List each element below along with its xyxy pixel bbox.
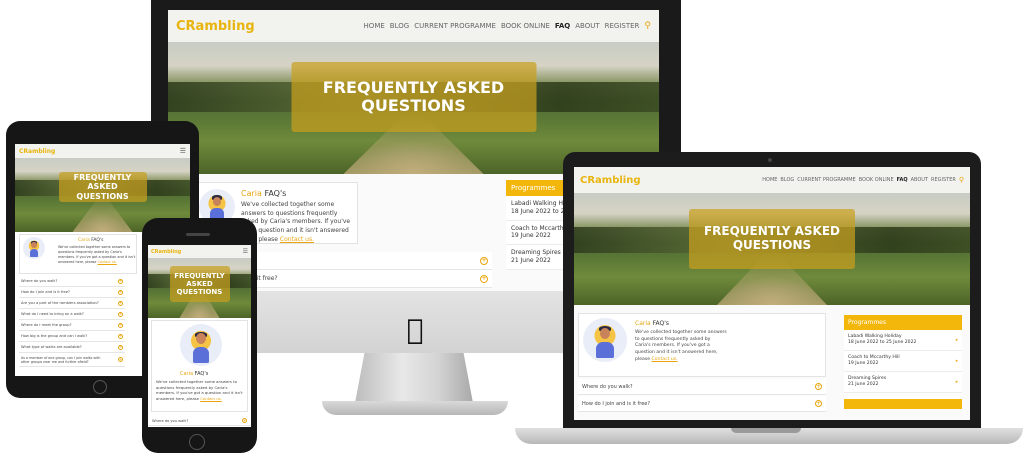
imac-stand-foot (322, 401, 508, 415)
contact-link[interactable]: Contact us. (652, 357, 678, 362)
faq-item[interactable]: Are you a part of the ramblers associati… (19, 298, 125, 309)
arrow-icon: ▸ (955, 337, 958, 343)
site-logo[interactable]: CRambling (580, 175, 641, 186)
faq-item[interactable]: What type of walks are available? + (19, 342, 125, 353)
intro-title: Caria FAQ's (180, 371, 209, 377)
hero-banner: FREQUENTLY ASKED QUESTIONS (574, 193, 970, 305)
arrow-icon: ▸ (955, 358, 958, 364)
imac-stand (355, 353, 473, 403)
navbar: CRambling HOME BLOG CURRENT PROGRAMME BO… (574, 167, 970, 193)
intro-title: Caria FAQ's (635, 320, 670, 327)
intro-card: Caria FAQ's We've collected together som… (19, 234, 137, 274)
intro-card: Caria FAQ's We've collected together som… (578, 313, 826, 377)
plus-icon: + (118, 333, 123, 339)
avatar (180, 324, 222, 366)
content-area: Caria FAQ's We've collected together som… (574, 305, 970, 420)
navbar: CRambling ☰ (15, 144, 190, 158)
site-logo[interactable]: CRambling (151, 249, 181, 255)
nav-menu: HOME BLOG CURRENT PROGRAMME BOOK ONLINE … (762, 176, 964, 184)
navbar: CRambling HOME BLOG CURRENT PROGRAMME BO… (168, 10, 659, 42)
tablet-home-button (93, 380, 107, 394)
contact-link[interactable]: Contact us. (97, 260, 116, 264)
nav-faq[interactable]: FAQ (555, 22, 570, 30)
nav-register[interactable]: REGISTER (931, 177, 956, 183)
faq-item[interactable]: How do I join and is it free?+ (578, 396, 826, 412)
page-title: FREQUENTLY ASKED QUESTIONS (291, 62, 536, 132)
site-logo[interactable]: CRambling (176, 19, 255, 34)
laptop-notch (731, 428, 801, 433)
programmes-panel: Programmes Labadi Walking Holiday 18 June… (844, 315, 962, 409)
search-icon[interactable]: ⚲ (959, 176, 964, 184)
page-title: FREQUENTLY ASKED QUESTIONS (169, 266, 230, 302)
device-mockup-stage: CRambling HOME BLOG CURRENT PROGRAMME BO… (0, 0, 1023, 459)
avatar (23, 237, 45, 259)
intro-text: We've collected together some answers to… (635, 330, 727, 362)
nav-blog[interactable]: BLOG (390, 22, 409, 30)
faq-item[interactable]: Where do I meet the group? + (19, 320, 125, 331)
apple-logo-icon:  (403, 316, 427, 344)
programmes-heading: Programmes (844, 315, 962, 330)
nav-blog[interactable]: BLOG (780, 177, 794, 183)
plus-icon: + (118, 311, 123, 317)
nav-about[interactable]: ABOUT (911, 177, 928, 183)
plus-icon: + (242, 417, 247, 423)
plus-icon: + (815, 382, 822, 390)
content-area: Caria FAQ's We've collected together som… (148, 318, 251, 427)
nav-menu: HOME BLOG CURRENT PROGRAMME BOOK ONLINE … (364, 21, 651, 31)
page-title: FREQUENTLY ASKED QUESTIONS (58, 172, 147, 202)
faq-item[interactable]: How big is the group and can I walk? + (19, 331, 125, 342)
plus-icon: + (118, 289, 123, 295)
nav-book-online[interactable]: BOOK ONLINE (859, 177, 894, 183)
nav-register[interactable]: REGISTER (605, 22, 640, 30)
nav-current-programme[interactable]: CURRENT PROGRAMME (797, 177, 855, 183)
plus-icon: + (118, 322, 123, 328)
phone-screen: CRambling ☰ FREQUENTLY ASKED QUESTIONS C… (148, 245, 251, 427)
nav-current-programme[interactable]: CURRENT PROGRAMME (414, 22, 496, 30)
faq-item[interactable]: How do I join and is it free?+ (19, 287, 125, 298)
faq-item[interactable]: Where do you walk?+ (578, 379, 826, 395)
intro-text: We've collected together some answers to… (156, 379, 243, 401)
plus-icon: + (480, 256, 488, 265)
arrow-icon: ▸ (955, 379, 958, 385)
plus-icon: + (480, 274, 488, 283)
search-icon[interactable]: ⚲ (644, 21, 651, 31)
avatar (583, 318, 627, 362)
navbar: CRambling ☰ (148, 245, 251, 258)
hamburger-icon[interactable]: ☰ (180, 147, 186, 155)
site-logo[interactable]: CRambling (19, 148, 55, 155)
contact-link[interactable]: Contact us. (280, 236, 314, 243)
intro-text: We've collected together some answers to… (58, 245, 136, 264)
contact-link[interactable]: Contact us. (200, 396, 222, 401)
plus-icon: + (118, 278, 123, 284)
programme-item[interactable]: Dreaming Spires 21 June 2022 ▸ (844, 372, 962, 393)
nav-about[interactable]: ABOUT (575, 22, 599, 30)
nav-faq[interactable]: FAQ (897, 177, 908, 183)
programmes-footer-bar (844, 398, 962, 409)
intro-title: Caria FAQ's (241, 189, 287, 198)
programme-item[interactable]: Coach to Mccarthy Hill 19 June 2022 ▸ (844, 351, 962, 372)
plus-icon: + (118, 356, 123, 362)
nav-home[interactable]: HOME (762, 177, 777, 183)
hero-banner: FREQUENTLY ASKED QUESTIONS (148, 258, 251, 318)
plus-icon: + (815, 399, 822, 407)
faq-item[interactable]: Where do you walk?+ (19, 276, 125, 287)
laptop-camera (768, 158, 772, 162)
plus-icon: + (118, 344, 123, 350)
intro-title: Caria FAQ's (78, 238, 104, 243)
laptop-screen: CRambling HOME BLOG CURRENT PROGRAMME BO… (574, 167, 970, 420)
nav-home[interactable]: HOME (364, 22, 385, 30)
intro-card: Caria FAQ's We've collected together som… (151, 320, 248, 412)
nav-book-online[interactable]: BOOK ONLINE (501, 22, 550, 30)
hamburger-icon[interactable]: ☰ (243, 248, 248, 255)
phone-speaker (186, 233, 210, 236)
phone-home-button (189, 434, 205, 450)
faq-item[interactable]: What do I need to bring on a walk? + (19, 309, 125, 320)
faq-item[interactable]: Where do you walk?+ (148, 416, 251, 426)
page-title: FREQUENTLY ASKED QUESTIONS (689, 209, 855, 269)
faq-item[interactable]: As a member of one group, can I join wal… (19, 353, 125, 367)
programme-item[interactable]: Labadi Walking Holiday 18 June 2022 to 25… (844, 330, 962, 351)
intro-text: We've collected together some answers to… (241, 201, 351, 243)
plus-icon: + (118, 300, 123, 306)
